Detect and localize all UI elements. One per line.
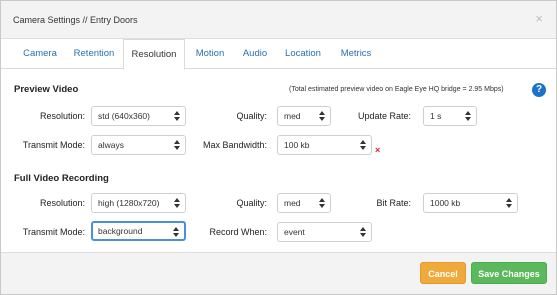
full-transmit-mode-select[interactable]: background — [91, 221, 186, 241]
max-bandwidth-label: Max Bandwidth: — [202, 140, 267, 150]
bit-rate-label: Bit Rate: — [376, 198, 411, 208]
tab-metrics[interactable]: Metrics — [335, 39, 377, 69]
full-resolution-select[interactable]: high (1280x720) — [91, 193, 186, 213]
record-when-value: event — [284, 227, 305, 237]
full-quality-value: med — [284, 198, 301, 208]
select-arrows-icon — [174, 139, 180, 151]
tab-motion[interactable]: Motion — [189, 39, 231, 69]
preview-quality-value: med — [284, 111, 301, 121]
bit-rate-select[interactable]: 1000 kb — [423, 193, 518, 213]
preview-quality-label: Quality: — [236, 111, 267, 121]
camera-settings-dialog: Camera Settings // Entry Doors × Camera … — [0, 0, 557, 295]
preview-bandwidth-note: (Total estimated preview video on Eagle … — [289, 86, 504, 93]
full-video-heading: Full Video Recording — [14, 173, 109, 184]
full-quality-label: Quality: — [236, 198, 267, 208]
bandwidth-error-icon: × — [375, 145, 381, 155]
preview-transmit-mode-select[interactable]: always — [91, 135, 186, 155]
full-resolution-label: Resolution: — [39, 198, 85, 208]
preview-transmit-mode-label: Transmit Mode: — [22, 140, 85, 150]
dialog-titlebar: Camera Settings // Entry Doors × — [1, 1, 556, 39]
full-quality-select[interactable]: med — [277, 193, 331, 213]
dialog-title: Camera Settings // Entry Doors — [13, 15, 138, 25]
tab-audio[interactable]: Audio — [237, 39, 273, 69]
select-arrows-icon — [360, 226, 366, 238]
tab-camera[interactable]: Camera — [15, 39, 65, 69]
select-arrows-icon — [360, 139, 366, 151]
record-when-label: Record When: — [209, 227, 267, 237]
tab-resolution[interactable]: Resolution — [123, 39, 185, 70]
select-arrows-icon — [174, 197, 180, 209]
full-transmit-mode-label: Transmit Mode: — [22, 227, 85, 237]
max-bandwidth-select[interactable]: 100 kb — [277, 135, 372, 155]
cancel-button[interactable]: Cancel — [420, 262, 466, 284]
preview-resolution-label: Resolution: — [39, 111, 85, 121]
save-changes-button[interactable]: Save Changes — [471, 262, 547, 284]
preview-video-heading: Preview Video — [14, 84, 79, 95]
tab-retention[interactable]: Retention — [67, 39, 121, 69]
select-arrows-icon — [506, 197, 512, 209]
select-arrows-icon — [319, 110, 325, 122]
close-icon[interactable]: × — [535, 12, 543, 25]
update-rate-label: Update Rate: — [357, 111, 411, 121]
dialog-footer: Cancel Save Changes — [1, 252, 556, 294]
settings-tabs: Camera Retention Resolution Motion Audio… — [1, 39, 556, 70]
preview-resolution-select[interactable]: std (640x360) — [91, 106, 186, 126]
help-icon[interactable]: ? — [532, 83, 546, 97]
select-arrows-icon — [465, 110, 471, 122]
tab-location[interactable]: Location — [281, 39, 325, 69]
select-arrows-icon — [319, 197, 325, 209]
bit-rate-value: 1000 kb — [430, 198, 461, 208]
record-when-select[interactable]: event — [277, 222, 372, 242]
update-rate-value: 1 s — [430, 111, 442, 121]
select-arrows-icon — [173, 226, 179, 238]
update-rate-select[interactable]: 1 s — [423, 106, 477, 126]
preview-resolution-value: std (640x360) — [98, 111, 150, 121]
full-resolution-value: high (1280x720) — [98, 198, 160, 208]
preview-quality-select[interactable]: med — [277, 106, 331, 126]
max-bandwidth-value: 100 kb — [284, 140, 310, 150]
full-transmit-mode-value: background — [98, 226, 143, 236]
select-arrows-icon — [174, 110, 180, 122]
preview-transmit-mode-value: always — [98, 140, 124, 150]
